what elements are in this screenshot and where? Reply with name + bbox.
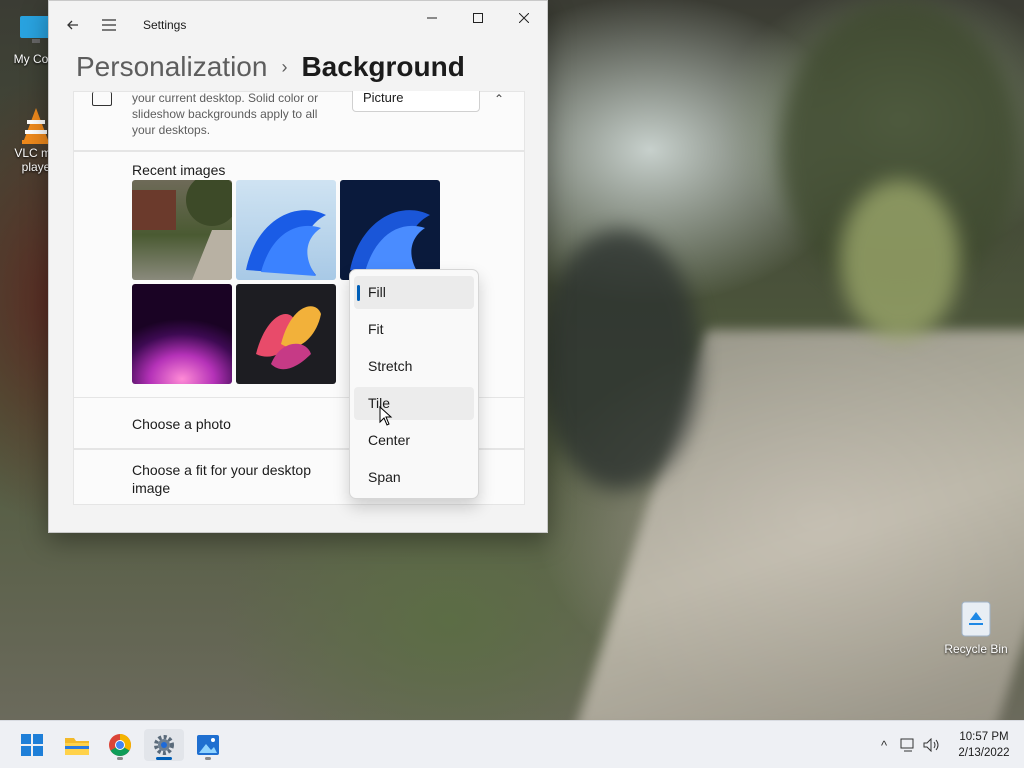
wallpaper-tree [840,180,960,340]
start-button[interactable] [12,729,52,761]
clock-time: 10:57 PM [959,731,1009,743]
folder-icon [65,738,89,755]
background-type-card: your current desktop. Solid color or sli… [73,91,525,151]
wallpaper-tree [540,230,700,490]
back-arrow-icon[interactable] [55,7,91,43]
fit-option-stretch[interactable]: Stretch [354,350,474,383]
recycle-bin-label: Recycle Bin [944,642,1008,656]
network-icon[interactable] [896,733,920,757]
fit-option-span[interactable]: Span [354,461,474,494]
chrome-icon [109,734,131,756]
taskbar-file-explorer[interactable] [57,729,97,761]
chevron-up-icon[interactable]: ^ [872,733,896,757]
breadcrumb-personalization[interactable]: Personalization [76,51,267,83]
chevron-up-icon[interactable]: ⌃ [494,92,504,106]
recent-image-3[interactable] [340,180,440,280]
recent-images-label: Recent images [132,162,226,178]
selection-indicator [357,285,360,301]
fit-option-label: Stretch [368,358,413,374]
app-title: Settings [143,18,187,32]
fit-option-center[interactable]: Center [354,424,474,457]
breadcrumb: Personalization › Background [76,49,465,85]
fit-option-fill[interactable]: Fill [354,276,474,309]
running-indicator [117,757,123,760]
page-title: Background [301,51,465,82]
taskbar: ^ 10:57 PM 2/13/2022 [0,720,1024,768]
background-description: your current desktop. Solid color or sli… [132,91,319,137]
clock-date: 2/13/2022 [958,747,1010,759]
clock[interactable]: 10:57 PM 2/13/2022 [944,729,1024,761]
recent-image-1[interactable] [132,180,232,280]
fit-option-label: Center [368,432,411,448]
background-type-select[interactable]: Picture [352,91,480,112]
breadcrumb-separator: › [281,56,288,77]
active-indicator [156,757,172,760]
running-indicator [205,757,211,760]
recent-image-5[interactable] [236,284,336,384]
windows-logo-icon [21,734,43,756]
recent-image-2[interactable] [236,180,336,280]
desktop-icon-recycle-bin[interactable]: Recycle Bin [940,598,1012,656]
system-tray: ^ 10:57 PM 2/13/2022 [872,721,1024,768]
fit-option-label: Span [368,469,401,485]
close-button[interactable] [501,1,547,35]
choose-fit-label: Choose a fit for your desktop image [132,462,311,496]
fit-dropdown-menu: Fill Fit Stretch Tile Center Span [349,269,479,499]
fit-option-label: Fill [368,284,386,300]
volume-icon[interactable] [920,733,944,757]
recycle-bin-icon [958,598,994,638]
fit-option-label: Fit [368,321,384,337]
photos-icon [197,735,219,755]
recent-image-4[interactable] [132,284,232,384]
title-bar: Settings [49,1,547,49]
mouse-cursor-icon [379,405,393,431]
fit-option-tile[interactable]: Tile [354,387,474,420]
taskbar-photos[interactable] [188,729,228,761]
picture-icon [92,92,112,106]
minimize-button[interactable] [409,1,455,35]
maximize-button[interactable] [455,1,501,35]
gear-icon [154,735,174,755]
taskbar-chrome[interactable] [100,729,140,761]
choose-photo-label: Choose a photo [132,416,231,432]
hamburger-menu-icon[interactable] [91,7,127,43]
taskbar-settings[interactable] [144,729,184,761]
fit-option-fit[interactable]: Fit [354,313,474,346]
